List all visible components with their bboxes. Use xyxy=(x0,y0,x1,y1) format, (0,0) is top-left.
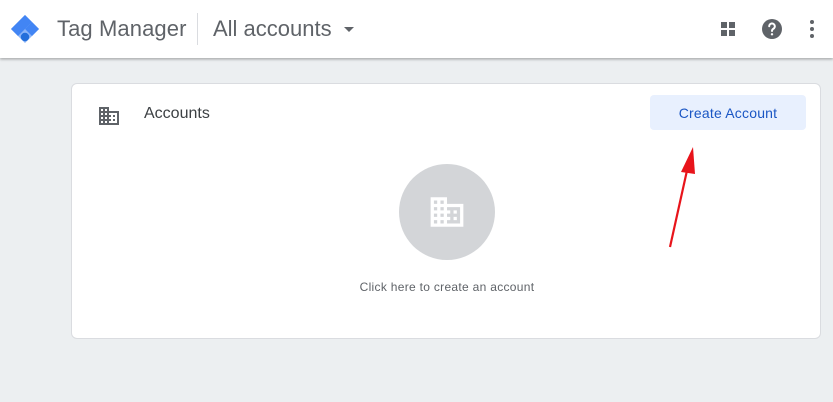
tag-manager-logo-icon[interactable] xyxy=(8,12,42,46)
account-selector-label: All accounts xyxy=(213,16,332,41)
apps-grid-icon[interactable] xyxy=(716,17,740,41)
card-title: Accounts xyxy=(144,105,210,122)
help-icon[interactable] xyxy=(760,17,784,41)
account-selector[interactable]: All accounts xyxy=(213,14,354,44)
header-divider xyxy=(197,13,198,45)
app-title: Tag Manager xyxy=(57,16,187,41)
more-vert-icon[interactable] xyxy=(800,17,824,41)
building-icon xyxy=(99,107,119,125)
building-icon xyxy=(430,197,464,227)
top-app-bar: Tag Manager All accounts xyxy=(0,0,833,58)
empty-state-text[interactable]: Click here to create an account xyxy=(72,280,822,294)
create-account-button[interactable]: Create Account xyxy=(650,95,806,130)
empty-state-illustration[interactable] xyxy=(399,164,495,260)
accounts-card: Accounts Create Account Click here to cr… xyxy=(71,83,821,339)
caret-down-icon xyxy=(343,26,354,32)
